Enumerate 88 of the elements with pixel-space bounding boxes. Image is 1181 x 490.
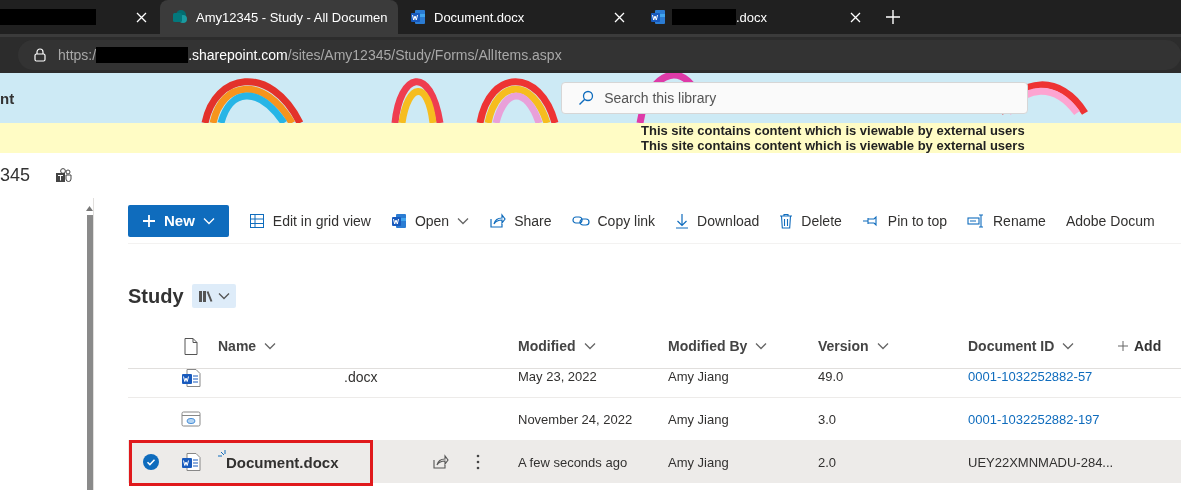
modified-date: A few seconds ago — [518, 454, 628, 470]
command-button[interactable]: Pin to top — [851, 204, 957, 237]
column-header[interactable]: Name — [218, 338, 257, 354]
chevron-down-icon — [217, 292, 230, 300]
command-button[interactable]: Download — [665, 204, 770, 237]
new-button[interactable]: New — [128, 204, 229, 237]
new-tab-icon[interactable] — [886, 10, 900, 24]
modified-date: May 23, 2022 — [518, 369, 597, 384]
plus-icon — [1118, 341, 1128, 351]
file-type-icon — [184, 337, 198, 355]
column-header[interactable]: Modified — [518, 338, 576, 354]
checkmark-circle-icon[interactable] — [143, 454, 159, 470]
command-button[interactable]: Open — [380, 204, 480, 237]
download-icon — [675, 212, 690, 229]
file-row[interactable]: .docx May 23, 2022 Amy Jiang 49.0 0001-1032252882-57 — [128, 369, 1181, 398]
url-scheme: https:/ — [58, 47, 97, 63]
tab-title: Document.docx — [434, 9, 525, 25]
lock-icon — [34, 48, 46, 62]
browser-tab[interactable]: Amy12345 - Study - All Documen — [160, 0, 398, 34]
close-icon[interactable] — [136, 11, 147, 23]
tab-title: Amy12345 - Study - All Documen — [196, 9, 388, 25]
modified-by-name: Amy Jiang — [668, 369, 729, 384]
notice-text: This site contains content which is viewable by external users — [641, 123, 1026, 138]
version-number: 2.0 — [818, 454, 837, 470]
more-options-icon[interactable] — [476, 454, 480, 470]
web-page-icon — [181, 411, 201, 427]
close-icon[interactable] — [850, 11, 861, 23]
plus-icon — [142, 213, 156, 228]
add-column-button[interactable]: Add — [1134, 338, 1162, 354]
tab-title: .docx — [736, 9, 768, 25]
command-button[interactable]: Delete — [769, 204, 852, 237]
file-row[interactable]: Document.docx A few seconds ago Amy Jiang 2.0 UEY22XMNMADU-284... — [128, 441, 1181, 483]
search-icon — [578, 90, 595, 106]
site-title: 345 — [0, 165, 32, 186]
chevron-down-icon — [202, 216, 215, 225]
search-placeholder: Search this library — [604, 90, 717, 106]
rename-icon — [967, 213, 985, 228]
library-icon — [197, 289, 214, 303]
chevron-down-icon — [1062, 342, 1075, 350]
teams-icon[interactable] — [55, 167, 73, 184]
column-header[interactable]: Document ID — [968, 338, 1055, 354]
column-header[interactable]: Version — [818, 338, 869, 354]
scrollbar-thumb[interactable] — [86, 215, 93, 490]
browser-tab[interactable]: .docx — [638, 0, 874, 34]
file-name-link[interactable]: Document.docx — [226, 453, 339, 471]
modified-date: November 24, 2022 — [518, 411, 633, 427]
pin-icon — [861, 214, 880, 227]
view-switcher[interactable] — [191, 284, 236, 308]
notice-text: This site contains content which is viewable by external users — [641, 138, 1026, 153]
search-field[interactable]: Search this library — [561, 82, 1029, 114]
command-button[interactable]: Rename — [957, 204, 1056, 237]
word-document-icon — [181, 453, 201, 471]
browser-tab[interactable]: Document.docx — [398, 0, 638, 34]
chevron-down-icon — [755, 342, 768, 350]
sharepoint-icon — [172, 9, 188, 25]
document-id: UEY22XMNMADU-284... — [968, 454, 1114, 470]
command-button[interactable]: Adobe Docum — [1055, 204, 1155, 237]
word-document-icon — [181, 369, 201, 387]
document-id[interactable]: 0001-1032252882-57 — [968, 369, 1093, 384]
chevron-down-icon — [457, 216, 470, 225]
document-id[interactable]: 0001-1032252882-197 — [968, 411, 1100, 427]
share-icon — [489, 212, 507, 229]
address-bar[interactable]: https:/ .sharepoint.com/sites/Amy12345/Study/Forms/AllItems.aspx — [18, 40, 1181, 70]
scroll-up-icon[interactable] — [86, 206, 93, 211]
site-name: nt — [0, 89, 15, 107]
trash-icon — [779, 212, 794, 229]
version-number: 3.0 — [818, 411, 837, 427]
column-header[interactable]: Modified By — [668, 338, 748, 354]
version-number: 49.0 — [818, 369, 844, 384]
chevron-down-icon — [876, 342, 889, 350]
share-icon[interactable] — [432, 454, 450, 470]
command-button[interactable]: Share — [479, 204, 562, 237]
modified-by-name: Amy Jiang — [668, 411, 729, 427]
modified-by-name: Amy Jiang — [668, 454, 729, 470]
link-icon — [571, 213, 590, 228]
command-button[interactable]: Copy link — [561, 204, 666, 237]
command-button[interactable]: Edit in grid view — [238, 204, 381, 237]
url-host: .sharepoint.com — [188, 47, 288, 63]
chevron-down-icon — [583, 342, 596, 350]
grid-icon — [248, 212, 265, 229]
library-title: Study — [128, 284, 184, 308]
url-path: /sites/Amy12345/Study/Forms/AllItems.aspx — [287, 47, 562, 63]
close-icon[interactable] — [614, 11, 625, 23]
word-icon — [410, 9, 426, 25]
word-icon — [650, 9, 666, 25]
file-name-link[interactable]: .docx — [344, 369, 378, 385]
word-icon — [390, 212, 407, 229]
chevron-down-icon — [264, 342, 277, 350]
